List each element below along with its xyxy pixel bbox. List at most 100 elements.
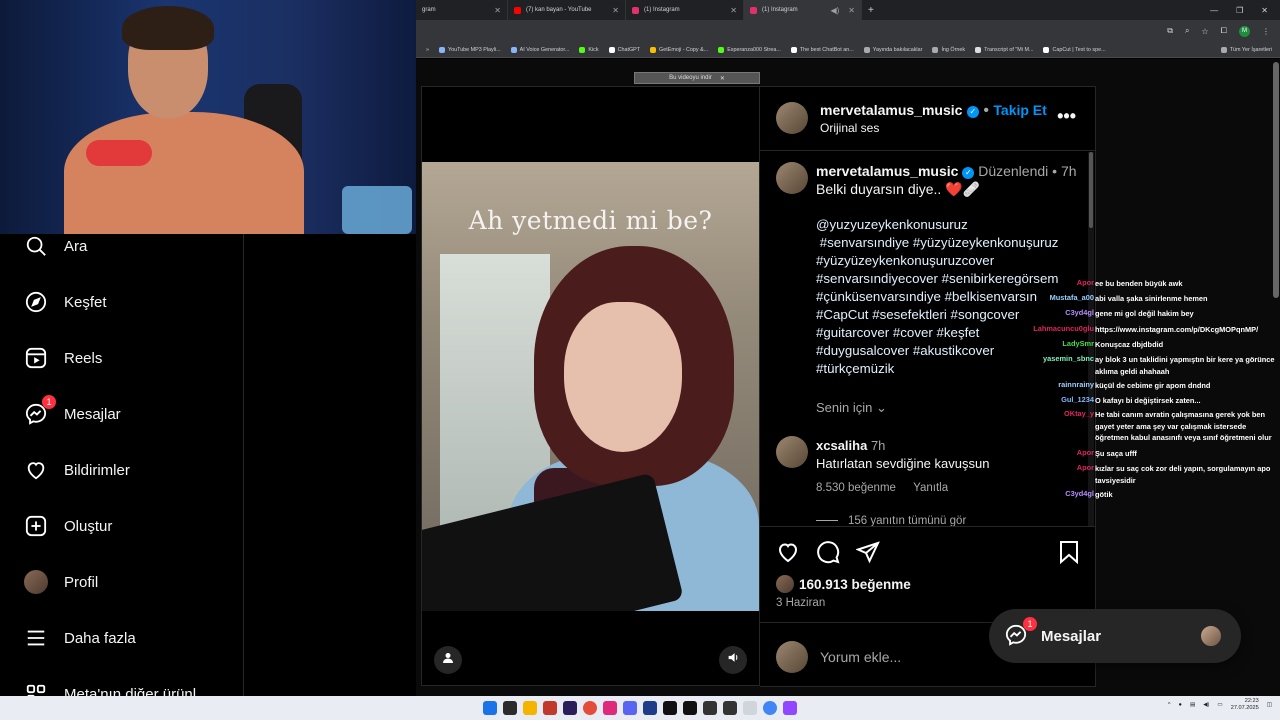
sidebar-item-notifications[interactable]: Bildirimler [24,456,130,484]
browser-tab[interactable]: gram ✕ [416,0,508,20]
caption-username[interactable]: mervetalamus_music [816,163,958,179]
speaker-icon[interactable]: ◀) [830,6,839,15]
network-icon[interactable]: ▤ [1190,702,1195,708]
chat-username[interactable]: rainnrainy [1058,380,1094,389]
premiere-icon[interactable] [563,701,577,715]
chat-username[interactable]: yasemin_sbnc [1043,354,1094,363]
chat-username[interactable]: C3yd4gl [1065,308,1094,317]
app-icon[interactable] [543,701,557,715]
sidebar-item-profile[interactable]: Profil [24,568,98,596]
tiktok-icon[interactable] [683,701,697,715]
hashtag-link[interactable]: #belkisenvarsın [945,289,1037,304]
instagram-icon[interactable] [603,701,617,715]
discord-icon[interactable] [623,701,637,715]
browser-tab[interactable]: (1) Instagram ✕ [626,0,744,20]
hashtag-link[interactable]: #senvarsındiye [820,235,909,250]
chat-username[interactable]: Apor [1077,463,1094,472]
notifications-icon[interactable]: ◫ [1267,702,1272,708]
chat-username[interactable]: C3yd4gl [1065,489,1094,498]
bookmark-item[interactable]: The best ChatBot an... [790,46,854,53]
clock[interactable]: 22:23 27.07.2025 [1231,698,1259,712]
hashtag-link[interactable]: #türkçemüzik [816,361,894,376]
browser-tab[interactable]: (7) kan bayan - YouTube ✕ [508,0,626,20]
app-icon[interactable] [723,701,737,715]
hashtag-link[interactable]: #CapCut [816,307,868,322]
bookmark-item[interactable]: Transcript of "Mi M... [975,46,1033,53]
all-bookmarks[interactable]: Tüm Yer İşaretleri [1220,46,1280,53]
kebab-menu-icon[interactable]: ⋮ [1262,27,1270,36]
tagged-people-button[interactable] [434,646,462,674]
extensions-icon[interactable]: ⧠ [1221,26,1227,36]
app-icon[interactable] [583,701,597,715]
hashtag-link[interactable]: #akustikcover [913,343,994,358]
tray-overflow-icon[interactable]: ^ [1168,702,1171,708]
volume-icon[interactable]: ◀) [1203,702,1209,708]
app-icon[interactable] [743,701,757,715]
windows-start-icon[interactable] [483,701,497,715]
share-send-icon[interactable] [855,540,880,569]
install-icon[interactable]: ⧉ [1167,26,1173,36]
bookmark-folder[interactable]: İng Örnek [932,46,965,53]
add-comment-input[interactable]: Yorum ekle... [820,649,901,665]
sidebar-item-search[interactable]: Ara [24,232,87,260]
hashtag-link[interactable]: #guitarcover [816,325,889,340]
close-tab-icon[interactable]: ✕ [848,6,855,15]
profile-avatar[interactable]: M [1239,25,1250,37]
close-tab-icon[interactable]: ✕ [612,6,619,15]
sidebar-item-messages[interactable]: 1 Mesajlar [24,395,121,428]
close-window-icon[interactable]: ✕ [1261,6,1268,15]
hashtag-link[interactable]: #keşfet [937,325,980,340]
bookmark-item[interactable]: Kick [579,46,599,53]
hashtag-link[interactable]: #songcover [951,307,1020,322]
bookmark-item[interactable]: CapCut | Text to spe... [1043,46,1106,53]
hashtag-link[interactable]: #sesefektleri [872,307,947,322]
for-you-translation[interactable]: Senin için ⌄ [816,400,887,416]
sidebar-item-explore[interactable]: Keşfet [24,288,107,316]
sidebar-item-create[interactable]: Oluştur [24,512,112,540]
comment-username[interactable]: xcsaliha [816,438,867,453]
app-icon[interactable] [703,701,717,715]
bookmark-folder[interactable]: Yayında bakılacaklar [863,46,922,53]
capcut-icon[interactable] [663,701,677,715]
task-view-icon[interactable] [503,701,517,715]
reply-button[interactable]: Yanıtla [913,482,948,494]
hashtag-link[interactable]: #yüzyüzeykenkonuşuruz [913,235,1059,250]
page-scrollbar[interactable] [1273,62,1279,298]
sidebar-item-more[interactable]: Daha fazla [24,624,136,652]
bookmark-item[interactable]: Esperanza000 Strea... [718,46,781,53]
more-options-icon[interactable]: ••• [1057,106,1076,127]
close-tab-icon[interactable]: ✕ [730,6,737,15]
floating-messages-button[interactable]: 1 Mesajlar [989,609,1241,663]
bookmark-item[interactable]: YouTube MP3 Playli... [439,46,501,53]
download-video-bar[interactable]: Bu videoyu indir ✕ [634,72,760,84]
commenter-avatar[interactable] [776,436,808,468]
hashtag-link[interactable]: #çünküsenvarsındiye [816,289,941,304]
hashtag-link[interactable]: #yüzyüzeykenkonuşuruzcover [816,253,994,268]
author-username[interactable]: mervetalamus_music [820,102,962,118]
comment-likes[interactable]: 8.530 beğenme [816,482,896,494]
new-tab-button[interactable]: + [862,0,880,20]
chat-username[interactable]: Apor [1077,278,1094,287]
chat-username[interactable]: Mustafa_a00 [1050,293,1094,302]
file-explorer-icon[interactable] [523,701,537,715]
follow-button[interactable]: Takip Et [993,102,1046,118]
chat-username[interactable]: OKtay_y [1064,409,1094,418]
maximize-icon[interactable]: ❐ [1236,6,1243,15]
mute-button[interactable] [719,646,747,674]
twitch-icon[interactable] [783,701,797,715]
audio-label[interactable]: Orijinal ses [820,121,879,135]
zoom-icon[interactable]: ⌕ [1185,26,1189,36]
sidebar-item-reels[interactable]: Reels [24,344,102,372]
caption-scrollbar-thumb[interactable] [1089,152,1093,228]
bookmark-item[interactable]: AI Voice Generator... [510,46,569,53]
comment-bubble-icon[interactable] [816,540,840,569]
chat-username[interactable]: Gul_1234 [1061,395,1094,404]
minimize-icon[interactable]: — [1210,6,1218,15]
mention-link[interactable]: @yuzyuzeykenkonusuruz [816,216,1086,234]
hashtag-link[interactable]: #senvarsındiyecover [816,271,938,286]
mic-icon[interactable]: ● [1179,702,1182,708]
bookmark-item[interactable]: GetEmoji - Copy &... [650,46,708,53]
author-avatar[interactable] [776,162,808,194]
like-heart-icon[interactable] [776,540,800,569]
bookmark-item[interactable]: ChatGPT [608,46,640,53]
